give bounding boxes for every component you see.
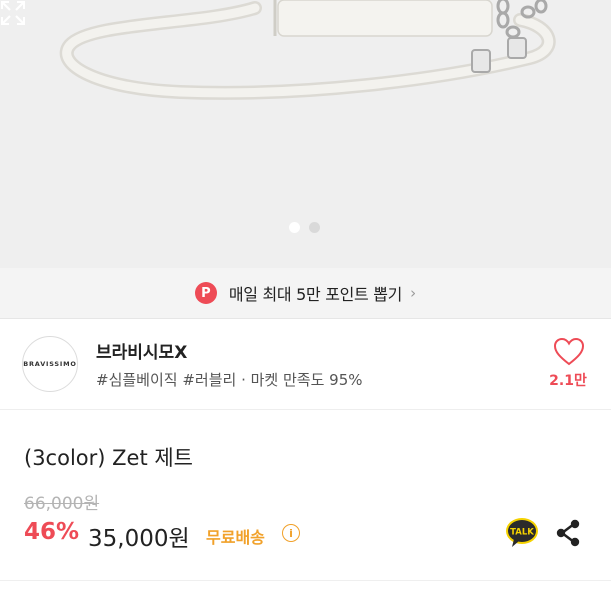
carousel-dot[interactable] [309, 222, 320, 233]
info-icon[interactable]: i [282, 524, 300, 542]
product-image[interactable] [0, 0, 611, 268]
sale-price: 35,000원 [88, 526, 190, 552]
carousel-indicator [289, 222, 320, 233]
point-event-banner[interactable]: P 매일 최대 5만 포인트 뽑기 › [0, 268, 611, 319]
shop-logo[interactable]: BRAVISSIMO [22, 336, 78, 392]
heart-icon[interactable] [554, 338, 584, 366]
point-banner-text: 매일 최대 5만 포인트 뽑기 [228, 285, 403, 304]
discount-rate: 46% [24, 519, 80, 545]
free-shipping-label: 무료배송 [206, 528, 265, 547]
product-title: (3color) Zet 제트 [24, 446, 193, 470]
original-price: 66,000원 [24, 494, 100, 514]
chevron-right-icon: › [410, 284, 417, 302]
talk-label: TALK [510, 528, 534, 538]
point-icon: P [194, 282, 217, 304]
carousel-dot-active[interactable] [289, 222, 300, 233]
share-icon[interactable] [555, 519, 581, 547]
kakaotalk-icon[interactable]: TALK [505, 517, 539, 549]
expand-icon[interactable] [0, 0, 26, 26]
divider [0, 409, 611, 410]
shop-info[interactable] [0, 319, 611, 409]
shop-tags: #심플베이직 #러블리 · 마켓 만족도 95% [96, 371, 363, 389]
shop-name[interactable]: 브라비시모X [96, 338, 187, 363]
like-count: 2.1만 [549, 373, 587, 389]
next-section [0, 581, 611, 611]
